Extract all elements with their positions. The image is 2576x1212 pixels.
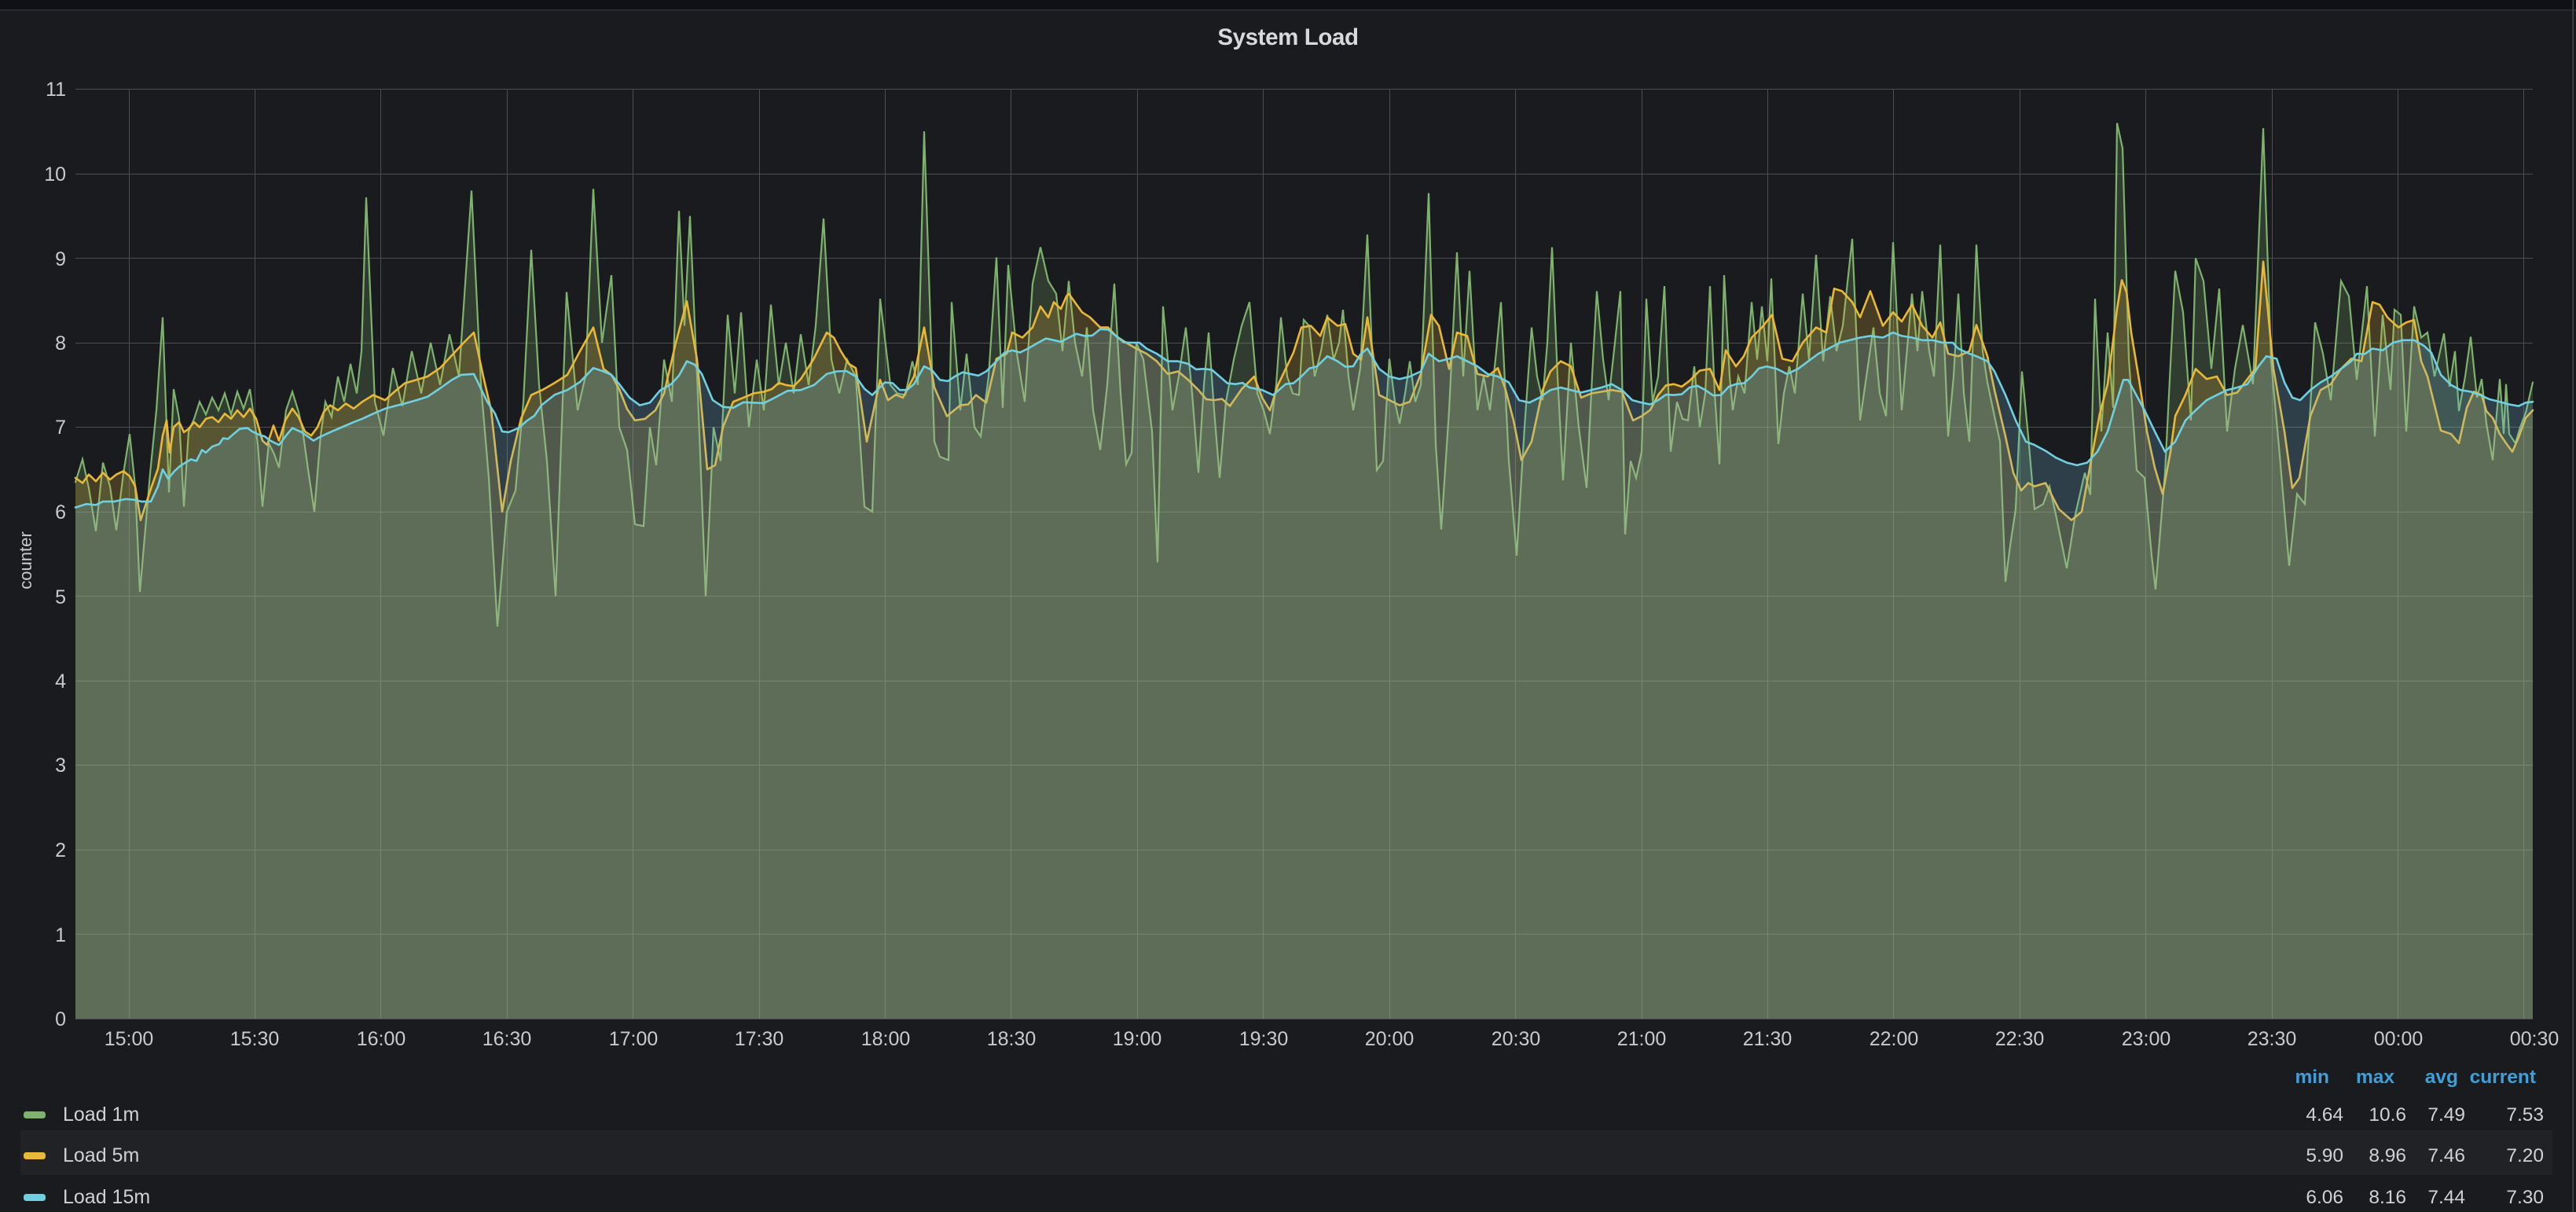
svg-text:19:00: 19:00 <box>1113 1028 1162 1050</box>
svg-text:1: 1 <box>55 924 66 946</box>
svg-text:3: 3 <box>55 755 66 777</box>
svg-text:8.16: 8.16 <box>2369 1187 2406 1208</box>
svg-text:16:00: 16:00 <box>357 1028 406 1050</box>
svg-text:18:30: 18:30 <box>987 1028 1037 1050</box>
svg-text:00:00: 00:00 <box>2374 1028 2424 1050</box>
svg-text:19:30: 19:30 <box>1239 1028 1289 1050</box>
svg-text:7.20: 7.20 <box>2506 1145 2544 1166</box>
svg-text:6: 6 <box>55 501 66 523</box>
svg-text:11: 11 <box>46 79 66 101</box>
svg-text:17:30: 17:30 <box>735 1028 784 1050</box>
svg-text:min: min <box>2295 1067 2329 1088</box>
svg-text:18:00: 18:00 <box>861 1028 911 1050</box>
svg-text:20:00: 20:00 <box>1365 1028 1415 1050</box>
svg-text:7.30: 7.30 <box>2506 1187 2544 1208</box>
svg-text:15:30: 15:30 <box>230 1028 280 1050</box>
svg-text:8: 8 <box>55 332 66 354</box>
svg-text:7.46: 7.46 <box>2427 1145 2465 1166</box>
svg-text:System Load: System Load <box>1217 24 1358 50</box>
svg-text:max: max <box>2356 1067 2394 1088</box>
svg-text:17:00: 17:00 <box>609 1028 659 1050</box>
svg-text:4.64: 4.64 <box>2306 1104 2343 1126</box>
svg-text:00:30: 00:30 <box>2510 1028 2559 1050</box>
svg-text:23:30: 23:30 <box>2248 1028 2297 1050</box>
svg-text:21:00: 21:00 <box>1617 1028 1667 1050</box>
svg-text:6.06: 6.06 <box>2306 1187 2343 1208</box>
svg-text:7.44: 7.44 <box>2427 1187 2465 1208</box>
svg-text:22:00: 22:00 <box>1870 1028 1919 1050</box>
svg-text:8.96: 8.96 <box>2369 1145 2406 1166</box>
svg-text:Load 15m: Load 15m <box>63 1186 150 1208</box>
svg-text:22:30: 22:30 <box>1995 1028 2045 1050</box>
svg-text:15:00: 15:00 <box>105 1028 154 1050</box>
svg-text:7: 7 <box>55 417 66 439</box>
svg-text:current: current <box>2470 1067 2536 1088</box>
svg-text:Load 5m: Load 5m <box>63 1144 139 1166</box>
svg-text:21:30: 21:30 <box>1743 1028 1793 1050</box>
svg-text:Load 1m: Load 1m <box>63 1104 139 1126</box>
svg-text:4: 4 <box>55 670 66 692</box>
svg-text:23:00: 23:00 <box>2122 1028 2171 1050</box>
svg-text:7.49: 7.49 <box>2427 1104 2465 1126</box>
svg-text:0: 0 <box>55 1008 66 1030</box>
svg-text:20:30: 20:30 <box>1492 1028 1541 1050</box>
svg-text:counter: counter <box>16 531 35 589</box>
svg-text:9: 9 <box>55 248 66 270</box>
svg-text:5.90: 5.90 <box>2306 1145 2343 1166</box>
svg-text:10: 10 <box>44 163 66 185</box>
svg-text:2: 2 <box>55 839 66 861</box>
svg-text:10.6: 10.6 <box>2369 1104 2406 1126</box>
svg-text:16:30: 16:30 <box>483 1028 532 1050</box>
svg-text:5: 5 <box>55 586 66 608</box>
svg-text:avg: avg <box>2425 1067 2458 1088</box>
svg-text:7.53: 7.53 <box>2506 1104 2544 1126</box>
